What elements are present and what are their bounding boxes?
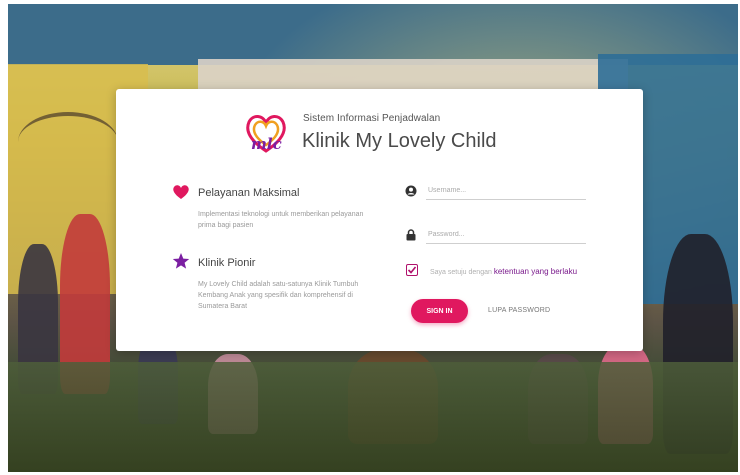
page-title: Klinik My Lovely Child bbox=[302, 130, 497, 152]
agree-text: Saya setuju dengan bbox=[430, 269, 492, 276]
terms-link[interactable]: ketentuan yang berlaku bbox=[494, 267, 577, 276]
user-icon bbox=[405, 185, 417, 197]
checkmark-icon bbox=[407, 266, 417, 274]
feature-title-pelayanan: Pelayanan Maksimal bbox=[198, 187, 300, 199]
svg-text:mlc: mlc bbox=[251, 135, 282, 153]
app-subtitle: Sistem Informasi Penjadwalan bbox=[303, 113, 441, 124]
clinic-logo: mlc bbox=[246, 115, 286, 153]
feature-desc-pelayanan: Implementasi teknologi untuk memberikan … bbox=[198, 211, 364, 229]
sign-in-button[interactable]: SIGN IN bbox=[411, 299, 468, 323]
lock-icon bbox=[406, 229, 416, 241]
forgot-password-link[interactable]: LUPA PASSWORD bbox=[488, 307, 550, 314]
agree-checkbox[interactable] bbox=[406, 264, 418, 276]
agree-label: Saya setuju dengan ketentuan yang berlak… bbox=[430, 267, 577, 276]
feature-title-pionir: Klinik Pionir bbox=[198, 257, 256, 269]
password-input[interactable] bbox=[426, 226, 586, 244]
star-icon bbox=[172, 253, 190, 269]
heart-icon bbox=[173, 185, 189, 199]
username-input[interactable] bbox=[426, 182, 586, 200]
feature-desc-pionir: My Lovely Child adalah satu-satunya Klin… bbox=[198, 281, 359, 310]
login-card: mlc Sistem Informasi Penjadwalan Klinik … bbox=[116, 89, 643, 351]
